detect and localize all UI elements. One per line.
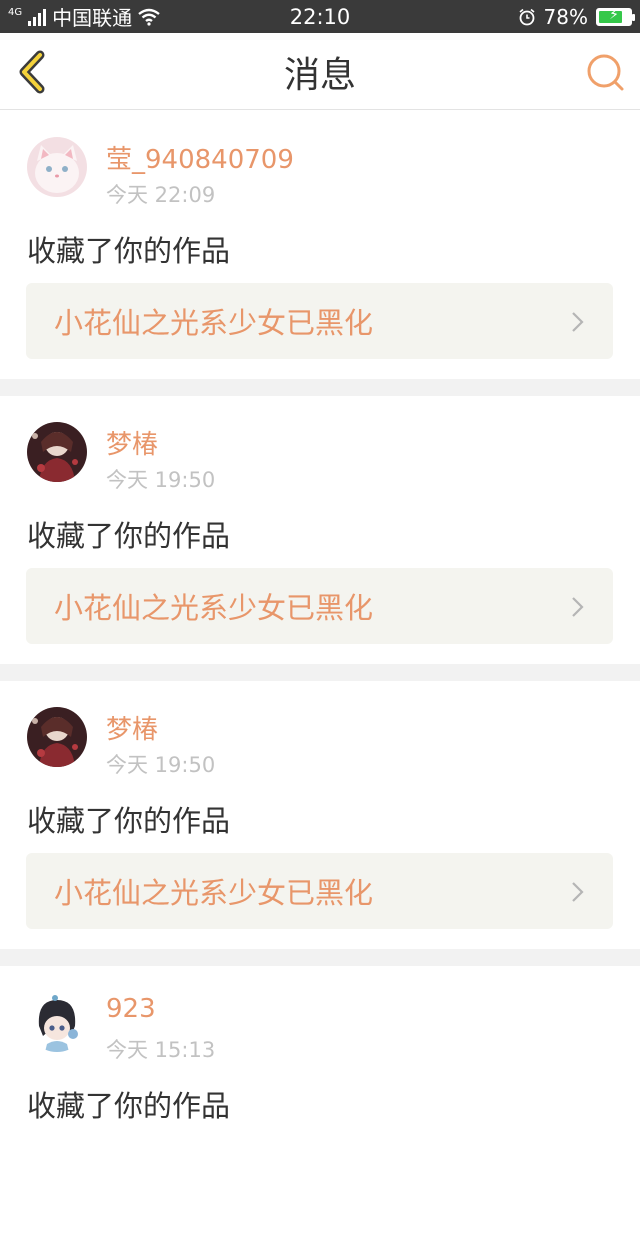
message-card: 梦椿 今天 19:50 收藏了你的作品 小花仙之光系少女已黑化 (0, 681, 640, 949)
status-right: 78% ⚡ (518, 0, 635, 33)
work-link[interactable]: 小花仙之光系少女已黑化 (26, 853, 613, 929)
alarm-icon (519, 8, 535, 25)
dark-anime-avatar-image (27, 422, 87, 482)
work-link[interactable]: 小花仙之光系少女已黑化 (26, 283, 613, 359)
avatar[interactable] (27, 992, 87, 1052)
white-cat-avatar-image (27, 137, 87, 197)
search-button[interactable] (584, 51, 626, 93)
message-card: 莹_940840709 今天 22:09 收藏了你的作品 小花仙之光系少女已黑化 (0, 111, 640, 379)
message-list: 莹_940840709 今天 22:09 收藏了你的作品 小花仙之光系少女已黑化… (0, 111, 640, 1234)
username[interactable]: 梦椿 (106, 709, 158, 746)
work-title: 小花仙之光系少女已黑化 (54, 591, 374, 625)
search-icon (587, 54, 624, 91)
divider (0, 664, 640, 681)
action-text: 收藏了你的作品 (27, 234, 231, 268)
avatar[interactable] (27, 707, 87, 767)
username[interactable]: 923 (106, 994, 156, 1024)
status-bar: 4G 中国联通 22:10 78% ⚡ (0, 0, 640, 33)
work-title: 小花仙之光系少女已黑化 (54, 876, 374, 910)
username[interactable]: 莹_940840709 (106, 139, 294, 176)
divider (0, 949, 640, 966)
chevron-right-icon (572, 882, 584, 902)
avatar[interactable] (27, 137, 87, 197)
avatar[interactable] (27, 422, 87, 482)
chevron-right-icon (572, 597, 584, 617)
action-text: 收藏了你的作品 (27, 1089, 231, 1123)
work-title: 小花仙之光系少女已黑化 (54, 306, 374, 340)
action-text: 收藏了你的作品 (27, 804, 231, 838)
dark-anime-avatar-image (27, 707, 87, 767)
work-link[interactable]: 小花仙之光系少女已黑化 (26, 568, 613, 644)
timestamp: 今天 19:50 (106, 468, 216, 492)
nav-header: 消息 (0, 33, 640, 110)
timestamp: 今天 19:50 (106, 753, 216, 777)
chibi-girl-avatar-image (27, 992, 87, 1052)
action-text: 收藏了你的作品 (27, 519, 231, 553)
battery-percent: 78% (543, 4, 588, 29)
battery-icon: ⚡ (596, 6, 635, 26)
timestamp: 今天 15:13 (106, 1038, 216, 1062)
timestamp: 今天 22:09 (106, 183, 216, 207)
divider (0, 379, 640, 396)
username[interactable]: 梦椿 (106, 424, 158, 461)
chevron-right-icon (572, 312, 584, 332)
charging-bolt-icon: ⚡ (609, 6, 619, 23)
message-card: 923 今天 15:13 收藏了你的作品 (0, 966, 640, 1234)
page-title: 消息 (283, 54, 356, 96)
message-card: 梦椿 今天 19:50 收藏了你的作品 小花仙之光系少女已黑化 (0, 396, 640, 664)
